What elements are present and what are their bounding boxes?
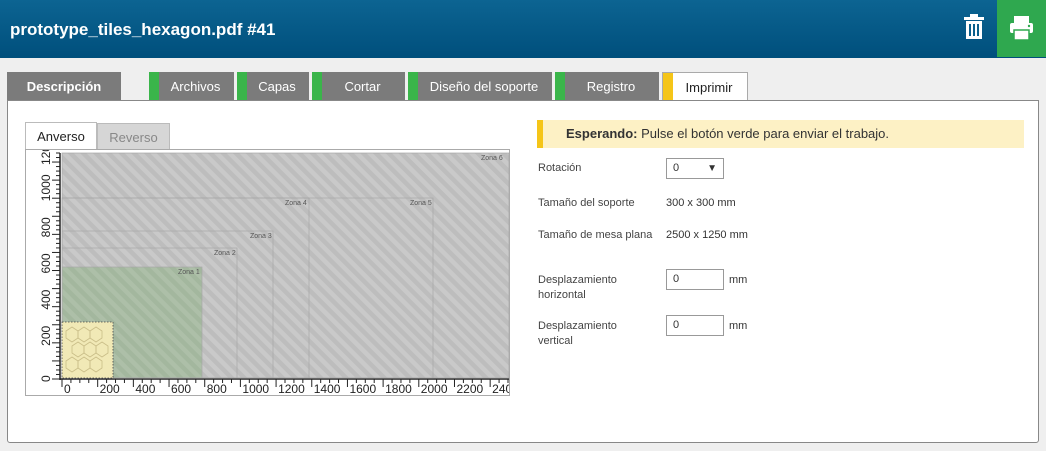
x-ruler-label: 2200 [456,382,483,395]
trash-icon [964,14,984,39]
x-ruler-label: 600 [171,382,191,395]
zone-label: Zona 6 [481,155,503,162]
printer-icon [1010,16,1033,41]
x-ruler-label: 1200 [278,382,305,395]
tab-cortar[interactable]: Cortar [312,72,405,101]
print-button[interactable] [997,0,1046,57]
status-message: Pulse el botón verde para enviar el trab… [641,126,890,141]
tab-reverso[interactable]: Reverso [97,123,170,151]
tab-diseno-soporte[interactable]: Diseño del soporte [408,72,552,101]
zone-label: Zona 1 [178,269,200,276]
horizontal-offset-input[interactable]: 0 [666,269,724,290]
tab-label: Capas [258,79,296,94]
table-size-label: Tamaño de mesa plana [538,229,653,241]
x-ruler-label: 800 [207,382,227,395]
x-ruler-label: 0 [64,382,71,395]
x-ruler-label: 1400 [314,382,341,395]
tab-label: Registro [586,79,636,94]
x-ruler-label: 2000 [421,382,448,395]
media-size-value: 300 x 300 mm [666,197,736,209]
x-ruler-label: 1000 [242,382,269,395]
status-indicator [237,72,247,101]
status-indicator [555,72,565,101]
zone-label: Zona 3 [250,233,272,240]
y-ruler-label: 200 [39,325,53,345]
horizontal-offset-unit: mm [729,274,748,286]
x-ruler-label: 1600 [349,382,376,395]
delete-button[interactable] [958,10,990,46]
y-ruler-label: 800 [39,217,53,237]
zone-label: Zona 5 [410,200,432,207]
status-indicator [408,72,418,101]
tab-label: Imprimir [685,80,733,95]
vertical-offset-input[interactable]: 0 [666,315,724,336]
status-banner: Esperando: Pulse el botón verde para env… [537,120,1024,148]
status-label: Esperando: [566,126,638,141]
horizontal-offset-label: Desplazamiento horizontal [538,274,617,301]
status-indicator [663,73,673,102]
vertical-offset-unit: mm [729,320,748,332]
y-ruler-label: 1000 [39,174,53,201]
tab-label: Diseño del soporte [429,79,539,94]
x-ruler-label: 240 [492,382,509,395]
dropdown-arrow-icon: ▼ [707,163,717,174]
x-ruler-label: 1800 [385,382,412,395]
media-size-label: Tamaño del soporte [538,197,635,209]
zone-label: Zona 4 [285,200,307,207]
vertical-offset-label: Desplazamiento vertical [538,320,617,347]
y-ruler-label: 600 [39,253,53,273]
y-ruler-label: 0 [39,375,53,382]
x-ruler-label: 400 [135,382,155,395]
status-indicator [149,72,159,101]
tab-descripcion[interactable]: Descripción [7,72,121,101]
tab-registro[interactable]: Registro [555,72,659,101]
table-canvas[interactable]: Zona 1 Zona 2 Zona 3 Zona 4 Zona 5 Zona … [26,138,513,396]
tab-archivos[interactable]: Archivos [149,72,234,101]
rotation-select[interactable]: 0 ▼ [666,158,724,179]
layout-preview[interactable]: Zona 1 Zona 2 Zona 3 Zona 4 Zona 5 Zona … [25,138,513,396]
status-indicator [312,72,322,101]
y-ruler-label: 1200 [39,150,53,165]
zone-label: Zona 2 [214,250,236,257]
tab-capas[interactable]: Capas [237,72,309,101]
x-ruler-label: 200 [100,382,120,395]
main-panel: Anverso Reverso Zona 1 Zona 2 Zona 3 Zon… [7,100,1039,443]
tab-label: Archivos [170,79,221,94]
rotation-label: Rotación [538,162,582,174]
tab-imprimir[interactable]: Imprimir [662,72,748,102]
tab-label: Descripción [26,79,102,94]
y-ruler-label: 400 [39,289,53,309]
page-title: prototype_tiles_hexagon.pdf #41 [10,20,276,39]
table-size-value: 2500 x 1250 mm [666,229,748,241]
tab-label: Cortar [344,79,381,94]
rotation-value: 0 [673,162,680,174]
top-bar: prototype_tiles_hexagon.pdf #41 [0,0,1046,58]
media-sheet[interactable] [61,321,114,379]
tab-anverso[interactable]: Anverso [25,122,97,150]
